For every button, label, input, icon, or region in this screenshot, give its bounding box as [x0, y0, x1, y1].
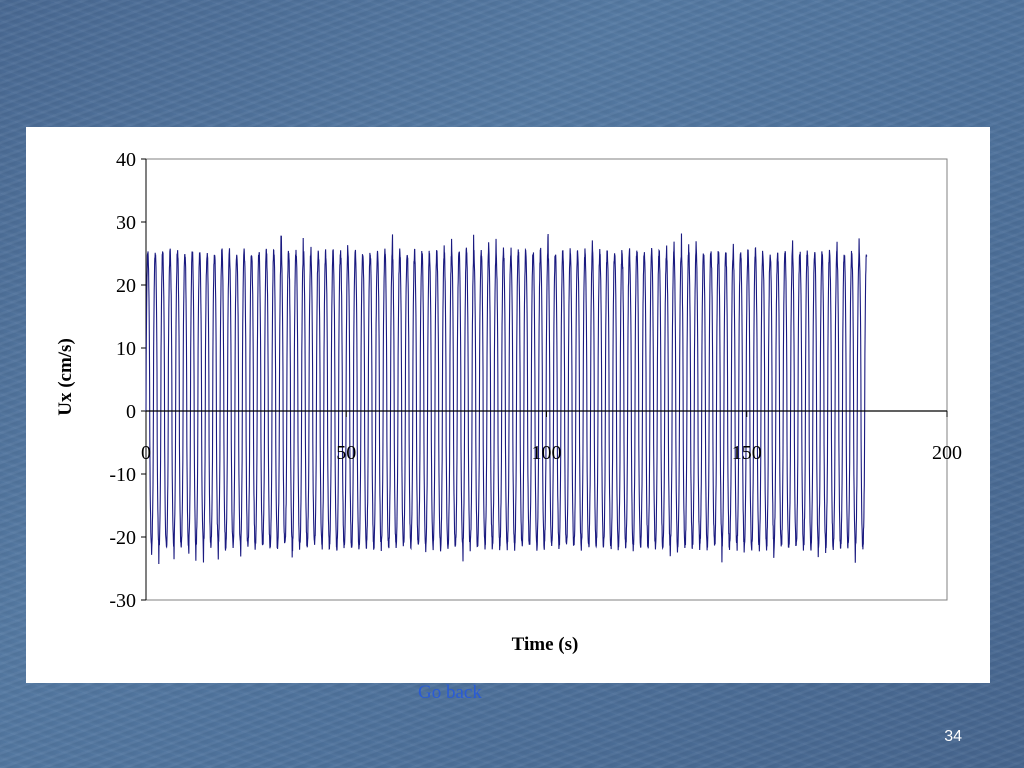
- y-axis-ticks: -30 -20 -10 0 10 20 30 40: [109, 149, 146, 612]
- series-line: [145, 233, 868, 564]
- slide-number: 34: [944, 728, 962, 745]
- y-tick-label: -30: [109, 590, 136, 612]
- x-tick-label: 150: [732, 442, 762, 464]
- x-tick-label: 50: [336, 442, 356, 464]
- series-group: [145, 233, 868, 564]
- y-tick-label: 0: [126, 401, 136, 423]
- chart-panel: -30 -20 -10 0 10 20 30 40 0 50 100 150 200 Time (s)…: [26, 127, 990, 683]
- y-tick-label: 40: [116, 149, 136, 171]
- y-tick-label: 30: [116, 212, 136, 234]
- y-tick-label: -20: [109, 527, 136, 549]
- x-tick-label: 200: [932, 442, 962, 464]
- go-back-link[interactable]: Go back: [418, 682, 482, 704]
- x-tick-label: 0: [141, 442, 151, 464]
- y-axis-title: Ux (cm/s): [55, 338, 76, 416]
- velocity-chart: -30-20-10010203040 0 50 100 150 200 Time (s)…: [55, 149, 962, 655]
- y-tick-label: 20: [116, 275, 136, 297]
- y-tick-label: -10: [109, 464, 136, 486]
- x-tick-label: 100: [532, 442, 562, 464]
- y-tick-label: 10: [116, 338, 136, 360]
- x-axis-title: Time (s): [512, 634, 579, 655]
